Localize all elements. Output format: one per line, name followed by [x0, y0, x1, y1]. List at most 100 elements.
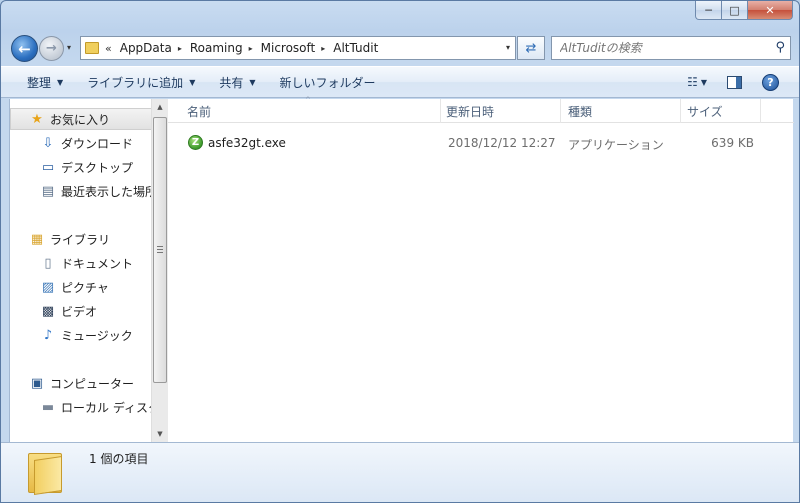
breadcrumb-roaming[interactable]: Roaming [190, 41, 243, 55]
nav-item-desktop[interactable]: ▭ デスクトップ [10, 156, 159, 178]
file-type: アプリケーション [568, 138, 664, 152]
organize-button[interactable]: 整理 ▼ [1, 67, 75, 97]
search-icon[interactable]: ⚲ [775, 40, 785, 55]
hard-drive-icon: ▬ [41, 399, 55, 415]
dropdown-arrow-icon: ▼ [57, 77, 64, 87]
navigation-row: ← → ▾ « AppData ▸ Roaming ▸ Microsoft ▸ … [1, 33, 799, 63]
application-icon: Z [188, 135, 203, 150]
hidden-crumbs-chevron[interactable]: « [105, 42, 112, 55]
column-label: 種類 [568, 104, 593, 119]
nav-item-pictures[interactable]: ▨ ピクチャ [10, 276, 159, 298]
pictures-icon: ▨ [41, 279, 55, 295]
share-button[interactable]: 共有 ▼ [207, 67, 267, 97]
item-count: 1 個の項目 [89, 452, 149, 466]
nav-item-downloads[interactable]: ⇩ ダウンロード [10, 132, 159, 154]
navigation-pane: ★ お気に入り ⇩ ダウンロード ▭ デスクトップ ▤ 最近表示した場所 ▦ ラ… [10, 99, 159, 442]
new-folder-button[interactable]: 新しいフォルダー [268, 67, 388, 97]
add-to-library-label: ライブラリに追加 [87, 75, 184, 90]
recent-pages-button[interactable]: ▾ [67, 43, 71, 52]
library-icon: ▦ [30, 231, 44, 247]
help-icon[interactable]: ? [762, 73, 779, 91]
nav-label: ドキュメント [61, 256, 134, 271]
breadcrumb-separator-icon[interactable]: ▸ [249, 44, 253, 53]
nav-label: ライブラリ [50, 232, 111, 247]
view-dropdown-icon[interactable]: ▼ [701, 78, 707, 87]
back-button[interactable]: ← [11, 35, 38, 62]
column-header-date-modified[interactable]: 更新日時 [441, 99, 561, 123]
scroll-grip-icon [157, 246, 163, 253]
nav-label: ローカル ディスク [61, 400, 159, 415]
file-name[interactable]: asfe32gt.exe [208, 136, 286, 150]
breadcrumb-separator-icon[interactable]: ▸ [321, 44, 325, 53]
nav-label: コンピューター [50, 376, 135, 391]
dropdown-arrow-icon: ▼ [189, 77, 196, 87]
recent-places-icon: ▤ [41, 183, 55, 199]
nav-item-recent-places[interactable]: ▤ 最近表示した場所 [10, 180, 159, 202]
sort-ascending-icon: ^ [305, 96, 311, 104]
nav-label: ピクチャ [61, 280, 109, 295]
nav-item-music[interactable]: ♪ ミュージック [10, 324, 159, 346]
nav-item-documents[interactable]: ▯ ドキュメント [10, 252, 159, 274]
search-box[interactable]: ⚲ [551, 36, 791, 60]
maximize-button[interactable]: □ [722, 1, 748, 20]
scroll-down-button[interactable]: ▼ [152, 426, 168, 442]
breadcrumb-separator-icon[interactable]: ▸ [178, 44, 182, 53]
toolbar-right-group: ☷ ▼ ? [687, 67, 799, 97]
search-input[interactable] [560, 41, 760, 55]
star-icon: ★ [31, 111, 43, 127]
nav-pane-scrollbar[interactable]: ▲ ▼ [151, 99, 168, 442]
forward-button[interactable]: → [39, 36, 64, 61]
change-view-icon[interactable]: ☷ [687, 75, 698, 89]
add-to-library-button[interactable]: ライブラリに追加 ▼ [75, 67, 207, 97]
nav-label: ミュージック [61, 328, 133, 343]
caption-buttons: ─ □ ✕ [695, 1, 793, 20]
explorer-window: ─ □ ✕ ← → ▾ « AppData ▸ Roaming ▸ Micros… [0, 0, 800, 503]
breadcrumb-microsoft[interactable]: Microsoft [261, 41, 316, 55]
nav-item-videos[interactable]: ▩ ビデオ [10, 300, 159, 322]
nav-item-libraries[interactable]: ▦ ライブラリ [10, 228, 159, 250]
organize-label: 整理 [27, 75, 52, 90]
folder-icon [85, 42, 99, 54]
nav-label: ビデオ [61, 304, 98, 319]
file-size: 639 KB [711, 136, 754, 150]
nav-label: デスクトップ [61, 160, 134, 175]
scroll-thumb[interactable] [153, 117, 167, 383]
explorer-content: ★ お気に入り ⇩ ダウンロード ▭ デスクトップ ▤ 最近表示した場所 ▦ ラ… [9, 96, 794, 442]
column-label: 名前 [187, 104, 212, 119]
desktop-icon: ▭ [41, 159, 55, 175]
column-header-type[interactable]: 種類 [561, 99, 681, 123]
nav-item-favorites[interactable]: ★ お気に入り [10, 108, 159, 130]
column-label: 更新日時 [446, 104, 495, 119]
folder-icon [28, 453, 62, 495]
file-list-pane: ^ 名前 更新日時 種類 サイズ Z asfe32gt.exe 2018/12/… [168, 96, 794, 442]
command-bar: 整理 ▼ ライブラリに追加 ▼ 共有 ▼ 新しいフォルダー ☷ ▼ ? [1, 66, 799, 98]
arrow-left-icon: ← [18, 39, 31, 58]
nav-label: ダウンロード [61, 136, 134, 151]
computer-icon: ▣ [30, 375, 44, 391]
file-row[interactable]: Z asfe32gt.exe 2018/12/12 12:27 アプリケーション… [168, 132, 794, 154]
details-pane: 1 個の項目 [1, 442, 799, 502]
nav-item-computer[interactable]: ▣ コンピューター [10, 372, 159, 394]
refresh-button[interactable]: ⇄ [517, 36, 545, 60]
minimize-button[interactable]: ─ [695, 1, 722, 20]
refresh-icon: ⇄ [525, 40, 537, 56]
address-dropdown-icon[interactable]: ▾ [506, 43, 510, 52]
column-headers: ^ 名前 更新日時 種類 サイズ [168, 96, 794, 123]
breadcrumb-appdata[interactable]: AppData [120, 41, 172, 55]
nav-label: お気に入り [50, 112, 111, 127]
close-button[interactable]: ✕ [748, 1, 793, 20]
address-bar[interactable]: « AppData ▸ Roaming ▸ Microsoft ▸ AltTud… [80, 36, 516, 60]
music-icon: ♪ [43, 327, 53, 343]
preview-pane-icon[interactable] [727, 75, 742, 89]
nav-item-local-disk[interactable]: ▬ ローカル ディスク [10, 396, 159, 418]
downloads-icon: ⇩ [42, 135, 54, 151]
share-label: 共有 [219, 75, 244, 90]
column-header-size[interactable]: サイズ [681, 99, 761, 123]
nav-label: 最近表示した場所 [61, 184, 158, 199]
arrow-right-icon: → [46, 41, 57, 56]
dropdown-arrow-icon: ▼ [249, 77, 256, 87]
new-folder-label: 新しいフォルダー [279, 75, 376, 90]
breadcrumb-alttudit[interactable]: AltTudit [333, 41, 378, 55]
column-header-name[interactable]: ^ 名前 [168, 96, 441, 123]
scroll-up-button[interactable]: ▲ [152, 99, 168, 115]
